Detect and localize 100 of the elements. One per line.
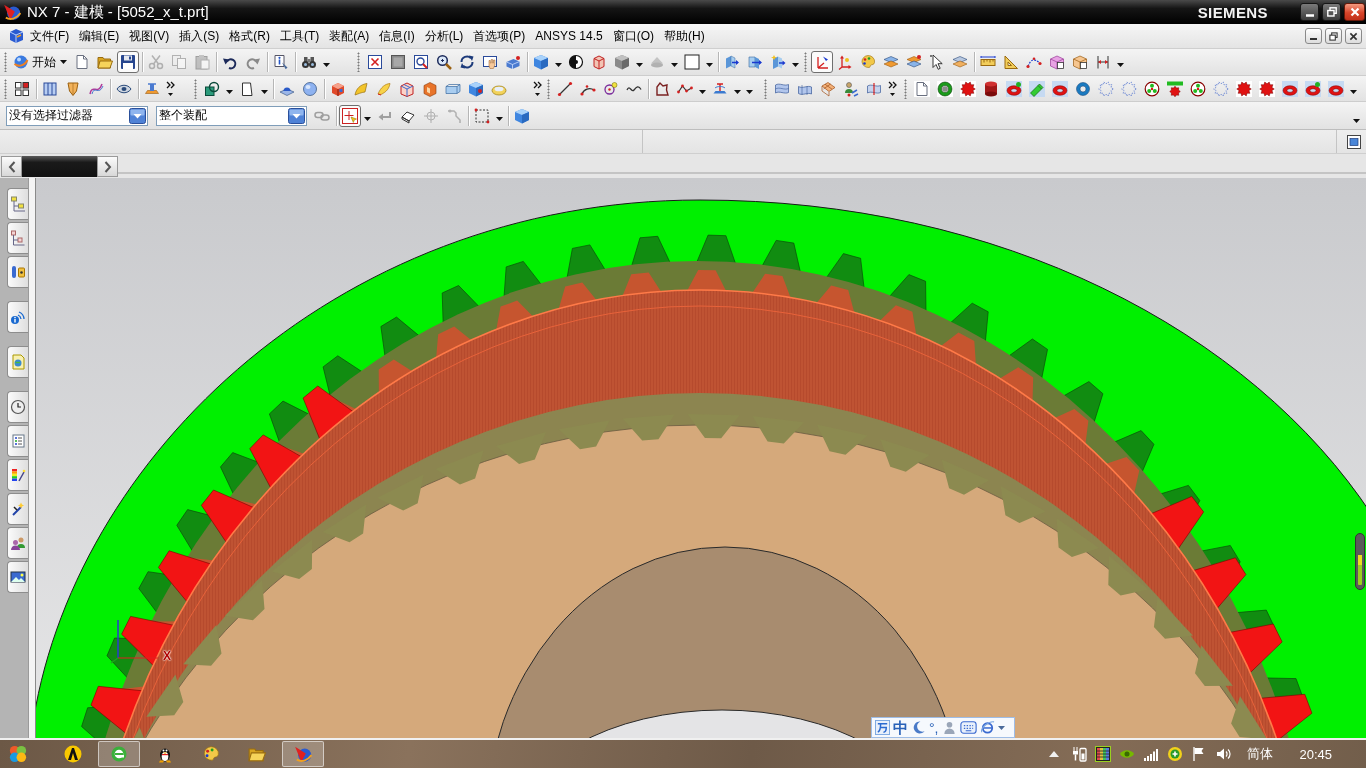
toolbar-grip[interactable] xyxy=(904,78,907,99)
restore-button[interactable] xyxy=(1325,28,1342,44)
minimize-icon xyxy=(1310,38,1317,40)
resource-tab[interactable] xyxy=(7,222,28,254)
tent-icon xyxy=(64,745,82,763)
resource-tab[interactable] xyxy=(7,301,28,333)
menu-item[interactable]: 装配(A) xyxy=(324,27,375,45)
resource-tab[interactable] xyxy=(7,493,28,525)
caret-icon[interactable] xyxy=(792,63,799,67)
menu-item[interactable]: 首选项(P) xyxy=(468,27,531,45)
caret-icon[interactable] xyxy=(364,116,371,121)
minimize-button[interactable] xyxy=(1300,3,1319,21)
menu-item[interactable]: 帮助(H) xyxy=(659,27,710,45)
up-arrow-icon[interactable] xyxy=(1049,751,1060,757)
menu-item[interactable]: ANSYS 14.5 xyxy=(530,29,608,43)
scroll-handle[interactable] xyxy=(1355,533,1365,590)
language-indicator[interactable]: 简体 xyxy=(1247,745,1274,763)
ime-logo-icon[interactable] xyxy=(875,720,890,735)
info-icon xyxy=(10,309,26,325)
punctuation-toggle[interactable]: °, xyxy=(929,720,939,735)
four-circles-icon[interactable] xyxy=(8,744,28,764)
caret-icon[interactable] xyxy=(706,63,713,67)
clock-icon xyxy=(10,399,26,415)
toolbar-grip[interactable] xyxy=(804,52,807,72)
menu-item[interactable]: 视图(V) xyxy=(124,27,175,45)
scroll-left-button[interactable] xyxy=(1,156,22,177)
menu-item[interactable]: 信息(I) xyxy=(374,27,420,45)
toolbar-grip[interactable] xyxy=(764,78,767,99)
toolbar-grip[interactable] xyxy=(357,52,360,72)
resource-tab[interactable] xyxy=(7,391,28,423)
orbit-icon[interactable] xyxy=(979,720,995,735)
toolbar-grip[interactable] xyxy=(4,78,7,99)
menu-item[interactable]: 格式(R) xyxy=(224,27,275,45)
app-logo-icon xyxy=(294,745,312,763)
overflow-chevron-icon[interactable] xyxy=(888,80,898,97)
brand-name: SIEMENS xyxy=(1197,3,1268,21)
caret-icon[interactable] xyxy=(699,89,706,94)
caret-icon[interactable] xyxy=(323,63,330,67)
keyboard-icon[interactable] xyxy=(959,721,977,734)
restore-button[interactable] xyxy=(1322,3,1341,21)
toolbar-grip[interactable] xyxy=(194,78,197,99)
chevron-right-icon xyxy=(103,160,112,173)
plus-circle-icon[interactable] xyxy=(1167,746,1184,762)
web-page-icon xyxy=(10,354,26,370)
caret-icon[interactable] xyxy=(261,89,268,94)
overflow-chevron-icon[interactable] xyxy=(533,80,543,97)
toolbar-grip[interactable] xyxy=(547,78,550,99)
resource-tab[interactable] xyxy=(7,425,28,457)
menu-item[interactable]: 分析(L) xyxy=(419,27,469,45)
close-button[interactable] xyxy=(1345,28,1362,44)
tree-icon xyxy=(10,196,26,212)
minimize-button[interactable] xyxy=(1305,28,1322,44)
speaker-icon[interactable] xyxy=(1215,746,1232,762)
menu-item[interactable]: 插入(S) xyxy=(174,27,225,45)
resource-tab[interactable] xyxy=(7,561,28,593)
caret-icon xyxy=(60,60,67,64)
resource-tab[interactable] xyxy=(7,346,28,378)
browser-icon xyxy=(110,745,128,763)
menu-item[interactable]: 文件(F) xyxy=(25,27,75,45)
clock[interactable]: 20:45 xyxy=(1299,746,1332,762)
caret-icon[interactable] xyxy=(1350,89,1357,94)
signal-icon[interactable] xyxy=(1143,746,1160,762)
app-menu-icon[interactable] xyxy=(8,28,24,44)
menu-item[interactable]: 窗口(O) xyxy=(607,27,660,45)
menu-item[interactable]: 编辑(E) xyxy=(74,27,125,45)
overflow-chevron-icon[interactable] xyxy=(166,80,176,97)
color-grid-icon[interactable] xyxy=(1095,746,1112,762)
caret-icon[interactable] xyxy=(1117,63,1124,67)
menu-item[interactable]: 工具(T) xyxy=(275,27,325,45)
axis-label: X xyxy=(163,650,171,662)
caret-icon[interactable] xyxy=(555,63,562,67)
caret-icon[interactable] xyxy=(1353,118,1360,123)
resource-tab[interactable] xyxy=(7,459,28,491)
caret-icon[interactable] xyxy=(671,63,678,67)
close-icon xyxy=(1349,7,1360,17)
caret-icon[interactable] xyxy=(636,63,643,67)
window-title: NX 7 - 建模 - [5052_x_t.prt] xyxy=(27,2,209,22)
scroll-right-button[interactable] xyxy=(97,156,118,177)
wand-icon xyxy=(10,501,26,517)
scope-dropdown[interactable]: 整个装配 xyxy=(156,105,307,126)
plug-battery-icon[interactable] xyxy=(1071,746,1088,762)
caret-icon[interactable] xyxy=(496,116,503,121)
tree-icon xyxy=(10,230,26,246)
toolbar-grip[interactable] xyxy=(4,52,7,72)
start-button[interactable]: 开始 xyxy=(11,51,69,73)
input-mode-toggle[interactable]: 中 xyxy=(893,720,908,735)
axis-triad-icon xyxy=(110,618,160,664)
filter-dropdown[interactable]: 没有选择过滤器 xyxy=(6,105,148,126)
folder-icon xyxy=(248,745,266,763)
resource-tab[interactable] xyxy=(7,256,28,288)
resource-tab[interactable] xyxy=(7,527,28,559)
moon-icon[interactable] xyxy=(911,720,926,735)
minimize-icon xyxy=(1305,14,1314,17)
caret-icon[interactable] xyxy=(226,89,233,94)
close-button[interactable] xyxy=(1344,3,1365,21)
list-icon xyxy=(10,433,26,449)
resource-tab[interactable] xyxy=(7,188,28,220)
palette-icon xyxy=(202,745,220,763)
orb-icon xyxy=(13,54,29,70)
frame-icon[interactable] xyxy=(1347,134,1361,149)
